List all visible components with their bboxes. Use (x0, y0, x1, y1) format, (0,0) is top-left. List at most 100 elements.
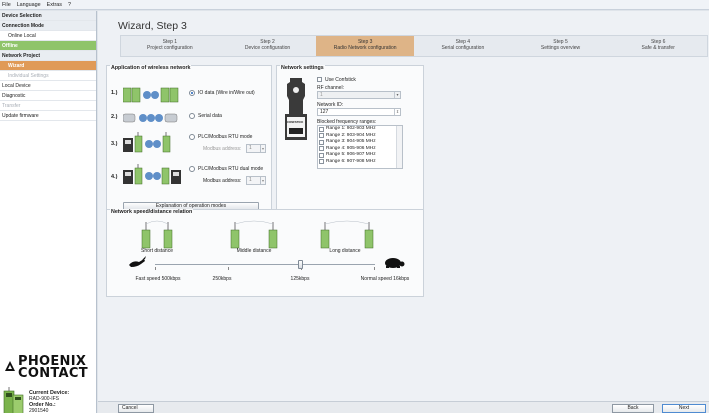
range-label: Range 1: 902-903 MHz (326, 126, 376, 131)
app-option-2: 2.) Serial data (111, 106, 271, 128)
range-checkbox[interactable] (319, 152, 324, 158)
sidebar-item-transfer: Transfer (0, 101, 96, 111)
sidebar-item-connection-mode[interactable]: Connection Mode (0, 21, 96, 31)
range-label: Range 3: 904-905 MHz (326, 139, 376, 144)
option-number: 1.) (111, 90, 118, 96)
network-id-value: 127 (320, 109, 329, 115)
back-button[interactable]: Back (612, 404, 654, 413)
app-option-3: 3.) PLC/Modbus RTU mode Modbus address: … (111, 130, 271, 158)
modbus-address-value: 1 (249, 177, 252, 183)
modbus-address-field[interactable]: 1 ▾ (246, 144, 266, 153)
confstick-label: CONFSTICK (287, 120, 304, 124)
middle-distance-label: Middle distance (236, 248, 272, 254)
spinner-icon[interactable]: ▾ (260, 177, 265, 184)
modbus-address-field[interactable]: 1 ▾ (246, 176, 266, 185)
app-option-1: 1.) IO data (Wire in/Wire out) (111, 82, 271, 104)
step-1[interactable]: Step 1 Project configuration (121, 36, 219, 56)
list-scrollbar[interactable] (396, 126, 402, 168)
step-2[interactable]: Step 2 Device configuration (219, 36, 317, 56)
wizard-steps: Step 1 Project configuration Step 2 Device… (120, 35, 708, 57)
confstick-icon (285, 78, 307, 140)
speed-distance-title: Network speed/distance relation (110, 209, 194, 215)
step-name: Radio Network configuration (333, 45, 397, 51)
order-number-value: 2901540 (29, 408, 49, 413)
slider-tick (155, 267, 156, 270)
modbus-address-label: Modbus address: (203, 146, 242, 152)
rf-channel-value: 1 (320, 92, 323, 98)
step-4[interactable]: Step 4 Serial configuration (414, 36, 512, 56)
app-option-4: 4.) PLC/Modbus RTU dual mode Modbus addr… (111, 162, 271, 190)
chevron-down-icon[interactable]: ▾ (394, 92, 400, 98)
network-settings-title: Network settings (280, 65, 325, 71)
list-item[interactable]: Range 6: 907-908 MHz (318, 159, 402, 166)
short-distance-label: Short distance (141, 248, 173, 254)
slider-tick (228, 267, 229, 270)
sidebar-item-offline[interactable]: Offline (0, 41, 96, 51)
step-6[interactable]: Step 6 Safe & transfer (609, 36, 707, 56)
serial-data-label: Serial data (198, 113, 222, 119)
phoenix-contact-logo: PHOENIX CONTACT (5, 355, 94, 384)
speed-slider-thumb[interactable] (298, 260, 303, 269)
menu-extras[interactable]: Extras (47, 2, 62, 8)
spinner-icon[interactable]: ⇕ (394, 109, 400, 115)
range-checkbox[interactable] (319, 139, 324, 145)
page-title: Wizard, Step 3 (118, 20, 187, 32)
sidebar-item-device-selection[interactable]: Device Selection (0, 11, 96, 21)
option-number: 2.) (111, 114, 118, 120)
next-button[interactable]: Next (662, 404, 706, 413)
range-checkbox[interactable] (319, 126, 324, 132)
range-checkbox[interactable] (319, 159, 324, 164)
blocked-ranges-list[interactable]: Range 1: 902-903 MHz Range 2: 903-904 MH… (317, 125, 403, 169)
footer-bar: Cancel Back Next (98, 401, 709, 413)
speed-label-125: 125kbps (290, 276, 310, 282)
io-data-radio[interactable] (189, 90, 195, 96)
range-label: Range 6: 907-908 MHz (326, 158, 376, 164)
sidebar-item-update-firmware[interactable]: Update firmware (0, 111, 96, 121)
rabbit-icon (129, 256, 146, 267)
spinner-icon[interactable]: ▾ (260, 145, 265, 152)
speed-slider-track[interactable] (155, 264, 375, 265)
sidebar: Device Selection Connection Mode Online … (0, 11, 97, 413)
step-3[interactable]: Step 3 Radio Network configuration (316, 36, 415, 56)
serial-data-radio[interactable] (189, 113, 195, 119)
speed-distance-panel: Network speed/distance relation Short di… (106, 209, 424, 297)
io-data-label: IO data (Wire in/Wire out) (198, 90, 255, 96)
range-checkbox[interactable] (319, 146, 324, 151)
plc-modbus-network-icon (123, 132, 171, 153)
menu-language[interactable]: Language (17, 2, 41, 8)
range-label: Range 2: 903-904 MHz (326, 132, 376, 138)
plc-dual-label: PLC/Modbus RTU dual mode (198, 166, 264, 172)
turtle-icon (385, 258, 405, 268)
step-name: Project configuration (147, 45, 193, 51)
sidebar-item-network-project[interactable]: Network Project (0, 51, 96, 61)
sidebar-item-local-device[interactable]: Local Device (0, 81, 96, 91)
sidebar-item-wizard[interactable]: Wizard (0, 61, 96, 71)
option-number: 3.) (111, 141, 118, 147)
plc-dual-radio[interactable] (189, 166, 195, 172)
application-panel: Application of wireless network 1.) IO d… (106, 65, 272, 213)
current-device-panel: Current Device: RAD-900-IFS Order No.: 2… (2, 385, 96, 413)
step-name: Serial configuration (441, 45, 485, 51)
plc-dual-network-icon (123, 164, 181, 185)
menu-help[interactable]: ? (68, 2, 71, 8)
cancel-button[interactable]: Cancel (118, 404, 154, 413)
speed-label-500: Fast speed 500kbps (135, 276, 181, 282)
menu-file[interactable]: File (2, 2, 11, 8)
speed-label-250: 250kbps (212, 276, 232, 282)
use-confstick-checkbox[interactable] (317, 77, 322, 82)
step-5[interactable]: Step 5 Settings overview (512, 36, 610, 56)
rf-channel-select[interactable]: 1 ▾ (317, 91, 401, 99)
network-id-field[interactable]: 127 ⇕ (317, 108, 401, 116)
modbus-address-value: 1 (249, 145, 252, 151)
menu-bar: File Language Extras ? (0, 0, 709, 10)
long-distance-label: Long distance (329, 248, 361, 254)
range-checkbox[interactable] (319, 133, 324, 138)
serial-data-network-icon (123, 113, 178, 123)
sidebar-item-diagnostic[interactable]: Diagnostic (0, 91, 96, 101)
speed-label-16: Normal speed 16kbps (360, 276, 410, 282)
plc-modbus-radio[interactable] (189, 134, 195, 140)
step-name: Settings overview (540, 45, 581, 51)
network-settings-panel: Network settings CONFSTICK Use Confstick… (276, 65, 424, 213)
use-confstick-label: Use Confstick (325, 77, 356, 83)
sidebar-item-online-local[interactable]: Online Local (0, 31, 96, 41)
